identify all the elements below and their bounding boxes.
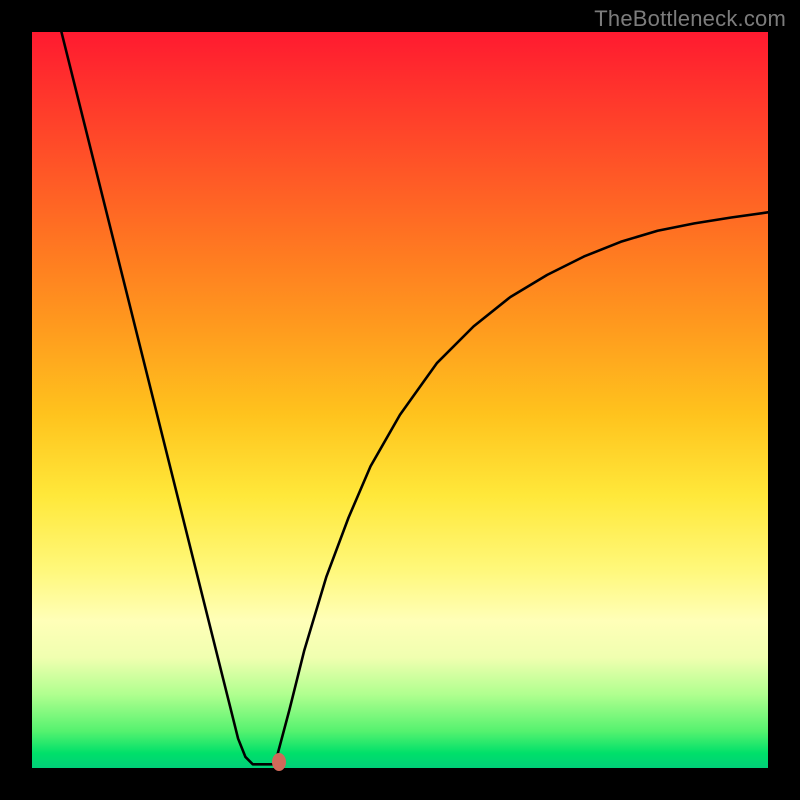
line-layer bbox=[32, 32, 768, 768]
chart-frame: TheBottleneck.com bbox=[0, 0, 800, 800]
watermark-text: TheBottleneck.com bbox=[594, 6, 786, 32]
bottleneck-curve bbox=[61, 32, 768, 764]
plot-area bbox=[32, 32, 768, 768]
min-marker-icon bbox=[272, 753, 286, 771]
